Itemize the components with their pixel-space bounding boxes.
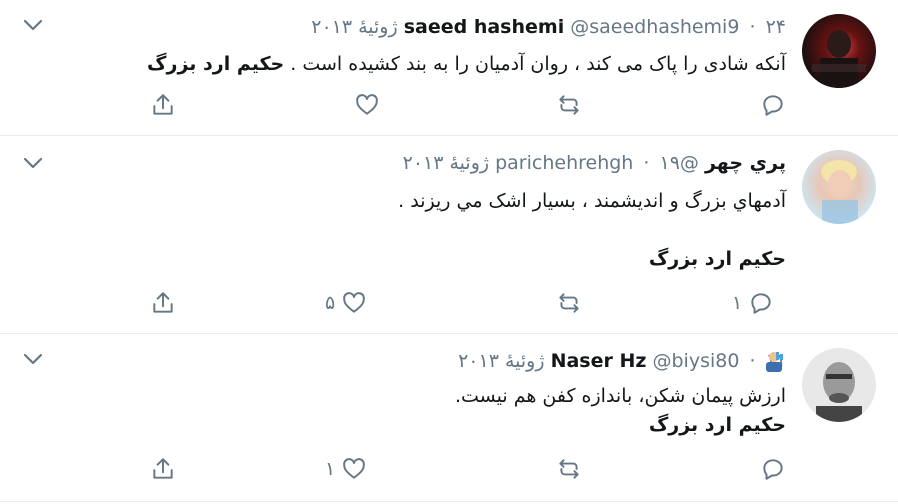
share-icon [153,458,173,479]
heart-icon [343,458,366,479]
share-button[interactable] [150,92,176,118]
like-count: ۱ [325,458,336,480]
tweet-text: آنکه شادی را پاک می کند ، روان آدمیان را… [147,51,786,78]
tweet-2[interactable]: پري چهر @parichehrehgh · ۱۹ ژوئیهٔ ۲۰۱۳ … [0,136,898,334]
heart-icon [356,94,378,115]
avatar-image [821,160,858,224]
like-button[interactable]: ۵ [325,290,367,316]
author-name[interactable]: Naser Hz [551,350,647,372]
reply-button[interactable]: ۱ [732,290,774,316]
avatar[interactable] [802,150,876,224]
reply-icon [763,95,783,116]
separator-dot: · [643,152,650,174]
reply-count: ۱ [732,292,743,314]
like-button[interactable]: ۱ [325,456,367,482]
reply-button[interactable] [760,456,792,482]
author-name[interactable]: پري چهر [705,152,786,174]
retweet-button[interactable] [556,92,582,118]
author-handle[interactable]: @biysi80 [652,350,739,372]
avatar-image [812,30,866,88]
reply-button[interactable] [760,92,792,118]
retweet-button[interactable] [556,456,582,482]
separator-dot: · [749,350,756,372]
share-icon [153,292,173,313]
tweet-3[interactable]: Naser Hz @biysi80 · ۱۱ ژوئیهٔ ۲۰۱۳ ارزش … [0,334,898,502]
tweet-text: آدمهاي بزرگ و انديشمند ، بسيار اشک مي ري… [398,190,786,212]
tweet-header: پري چهر @parichehrehgh · ۱۹ ژوئیهٔ ۲۰۱۳ [403,150,786,176]
retweet-icon [559,95,579,115]
author-name[interactable]: saeed hashemi [404,16,565,38]
chevron-down-icon[interactable] [22,18,44,32]
like-button[interactable] [354,92,386,118]
tweet-text-bold: حکیم ارد بزرگ [147,53,285,75]
share-icon [153,94,173,115]
author-handle[interactable]: @saeedhashemi9 [570,16,739,38]
heart-icon [343,292,366,313]
share-button[interactable] [150,456,176,482]
avatar[interactable] [802,14,876,88]
tweet-text: ارزش پیمان شکن، باندازه کفن هم نیست. [454,385,786,407]
like-count: ۵ [325,292,336,314]
tweet-header: Naser Hz @biysi80 · ۱۱ ژوئیهٔ ۲۰۱۳ [458,348,786,374]
chevron-down-icon[interactable] [22,156,44,170]
retweet-icon [559,293,579,313]
reply-icon [751,293,771,314]
retweet-icon [559,459,579,479]
separator-dot: · [749,16,756,38]
reply-icon [763,459,783,480]
avatar[interactable] [802,348,876,422]
share-button[interactable] [150,290,176,316]
tweet-header: saeed hashemi @saeedhashemi9 · ۲۴ ژوئیهٔ… [311,14,786,40]
retweet-button[interactable] [556,290,582,316]
manager-emoji-icon [762,350,786,372]
avatar-image [816,362,862,422]
tweet-text-bold: حکیم ارد بزرگ [648,248,786,270]
tweet-1[interactable]: saeed hashemi @saeedhashemi9 · ۲۴ ژوئیهٔ… [0,0,898,136]
tweet-text-bold: حکیم ارد بزرگ [648,414,786,436]
chevron-down-icon[interactable] [22,352,44,366]
tweet-text-line: آنکه شادی را پاک می کند ، روان آدمیان را… [284,53,786,75]
